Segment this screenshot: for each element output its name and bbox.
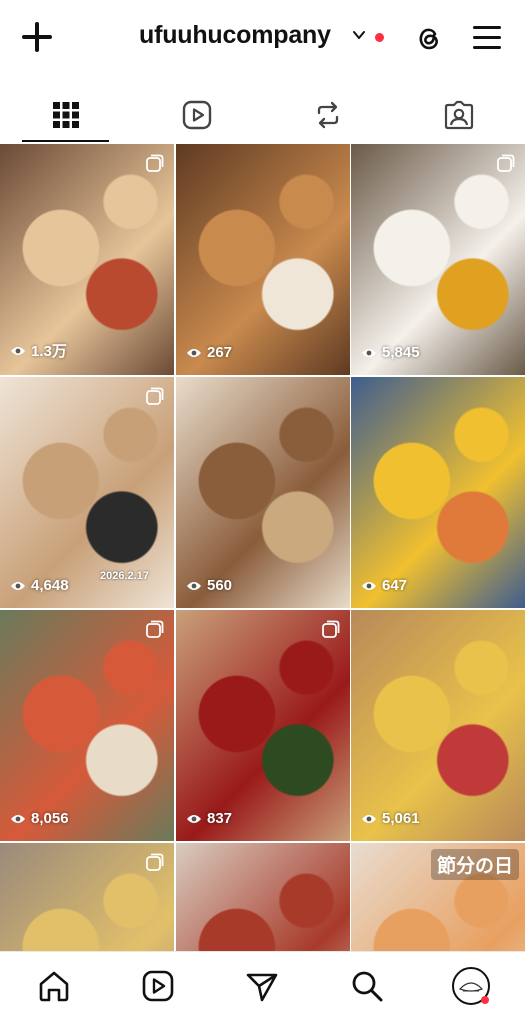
view-count-value: 267 xyxy=(207,344,233,361)
post-thumbnail[interactable]: 5,845 xyxy=(351,144,525,375)
view-count-value: 8,056 xyxy=(31,810,69,827)
view-count: 8,056 xyxy=(10,810,69,827)
view-count: 267 xyxy=(186,344,232,361)
carousel-icon xyxy=(497,154,515,172)
post-thumbnail[interactable]: 267 xyxy=(176,144,350,375)
send-icon[interactable] xyxy=(244,968,280,1004)
eye-icon xyxy=(11,346,25,355)
profile-notification-dot xyxy=(481,996,489,1004)
threads-icon[interactable] xyxy=(413,22,445,54)
post-thumbnail[interactable]: 節分の日 xyxy=(351,843,525,951)
view-count-value: 837 xyxy=(207,810,233,827)
hamburger-menu-icon[interactable] xyxy=(471,24,503,52)
eye-icon xyxy=(362,814,376,823)
plus-icon[interactable] xyxy=(18,18,56,56)
post-thumbnail[interactable]: 560 xyxy=(176,377,350,608)
chevron-down-icon[interactable] xyxy=(352,28,366,42)
view-count-value: 4,648 xyxy=(31,577,69,594)
carousel-icon xyxy=(146,853,164,871)
eye-icon xyxy=(11,814,25,823)
account-username[interactable]: ufuuhucompany xyxy=(139,21,331,50)
tab-reels[interactable] xyxy=(131,88,262,142)
top-bar: ufuuhucompany xyxy=(0,0,525,80)
tab-posts-grid[interactable] xyxy=(0,88,131,142)
carousel-icon xyxy=(146,154,164,172)
view-count: 5,845 xyxy=(361,344,420,361)
carousel-icon xyxy=(322,620,340,638)
bottom-navigation xyxy=(0,951,525,1025)
eye-icon xyxy=(187,814,201,823)
view-count: 560 xyxy=(186,577,232,594)
post-thumbnail[interactable]: 1.3万 xyxy=(0,144,174,375)
post-thumbnail[interactable]: 4,648 2026.2.17 xyxy=(0,377,174,608)
view-count-value: 5,845 xyxy=(382,344,420,361)
post-thumbnail[interactable]: 647 xyxy=(351,377,525,608)
view-count-value: 5,061 xyxy=(382,810,420,827)
home-icon[interactable] xyxy=(36,968,72,1004)
post-thumbnail[interactable]: 8,056 xyxy=(0,610,174,841)
notification-dot xyxy=(375,33,384,42)
tab-tagged[interactable] xyxy=(393,88,524,142)
post-thumbnail[interactable] xyxy=(176,843,350,951)
post-thumbnail[interactable]: 5,061 xyxy=(351,610,525,841)
eye-icon xyxy=(362,581,376,590)
carousel-icon xyxy=(146,620,164,638)
eye-icon xyxy=(362,348,376,357)
view-count: 1.3万 xyxy=(10,340,67,361)
tagged-icon xyxy=(444,100,473,130)
reels-icon xyxy=(182,100,211,130)
view-count: 837 xyxy=(186,810,232,827)
view-count-value: 647 xyxy=(382,577,408,594)
view-count-value: 1.3万 xyxy=(31,343,67,360)
view-count-value: 560 xyxy=(207,577,233,594)
grid-icon xyxy=(52,102,79,128)
view-count: 4,648 xyxy=(10,577,69,594)
view-count: 5,061 xyxy=(361,810,420,827)
eye-icon xyxy=(11,581,25,590)
eye-icon xyxy=(187,348,201,357)
carousel-icon xyxy=(146,387,164,405)
search-icon[interactable] xyxy=(349,968,385,1004)
posts-grid: 1.3万 267 5,845 4,648 2026.2.17 560 647 8,056 837… xyxy=(0,144,525,951)
reposts-icon xyxy=(317,101,338,129)
view-count: 647 xyxy=(361,577,407,594)
profile-tabs xyxy=(0,88,525,142)
post-thumbnail[interactable]: 837 xyxy=(176,610,350,841)
reels-nav-icon[interactable] xyxy=(140,968,176,1004)
eye-icon xyxy=(187,581,201,590)
post-caption-overlay: 節分の日 xyxy=(430,849,519,880)
tab-reposts[interactable] xyxy=(262,88,393,142)
post-date-caption: 2026.2.17 xyxy=(100,570,149,582)
post-thumbnail[interactable] xyxy=(0,843,174,951)
